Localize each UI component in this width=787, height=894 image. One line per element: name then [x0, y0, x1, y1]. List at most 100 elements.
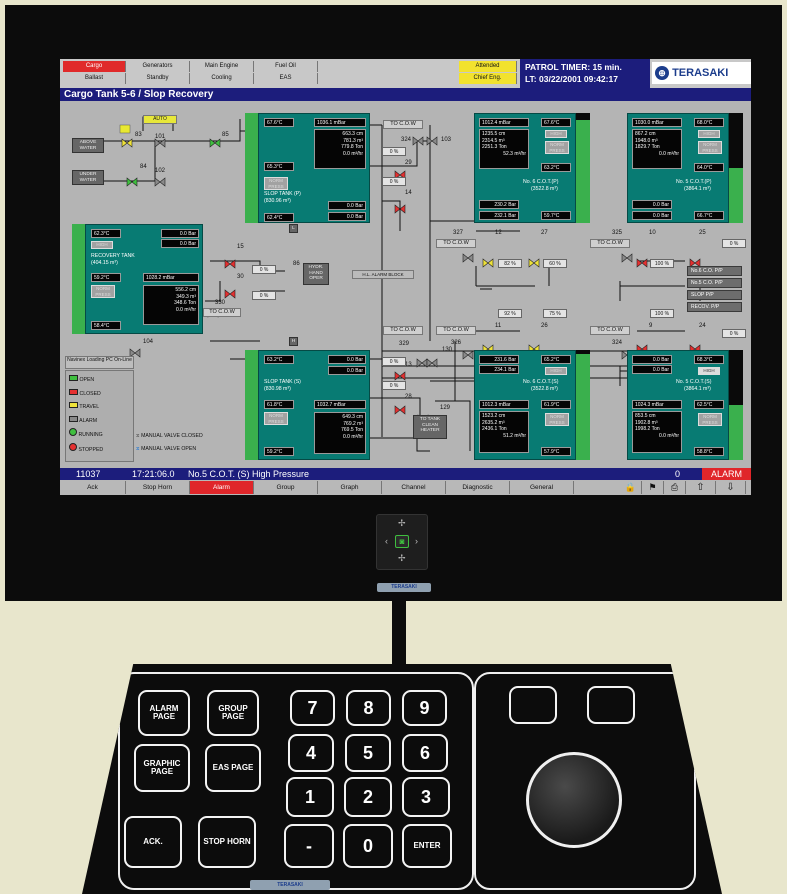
status-alarm[interactable]: ALARM	[702, 468, 751, 480]
valve-329-icon[interactable]	[416, 358, 428, 368]
cot6p-level: 1235.5 cm	[482, 131, 506, 137]
softkey-channel[interactable]: Channel	[382, 481, 446, 494]
valve-102-icon[interactable]	[154, 177, 166, 187]
trackball-left-button[interactable]	[509, 686, 557, 724]
key-3[interactable]: 3	[402, 777, 450, 817]
to-cow-label-6: TO C.O.W	[436, 326, 476, 335]
trackball[interactable]	[526, 752, 622, 848]
status-count: 0	[675, 469, 681, 479]
alarm-page-key[interactable]: ALARM PAGE	[138, 690, 190, 736]
key-4[interactable]: 4	[288, 734, 334, 772]
key-0[interactable]: 0	[343, 824, 393, 868]
valve-83-icon[interactable]	[121, 138, 133, 148]
recovery-tank-panel[interactable]: 62.3°C 0.0 Bar 0.0 Bar HIGH RECOVERY TAN…	[85, 224, 203, 334]
valve-12-icon[interactable]	[482, 258, 494, 268]
key-7[interactable]: 7	[290, 690, 335, 726]
slop-tank-s-panel[interactable]: 63.2°C 0.0 Bar 0.0 Bar SLOP TANK (S) (83…	[258, 350, 370, 460]
tab-eas[interactable]: EAS	[254, 73, 318, 84]
valve-101-icon[interactable]	[154, 138, 166, 148]
history-icon[interactable]: ⚑	[642, 481, 664, 494]
cot6p-high: HIGH	[545, 130, 567, 138]
status-message: No.5 C.O.T. (S) High Pressure	[188, 469, 310, 479]
tab-cargo[interactable]: Cargo	[63, 61, 126, 72]
cot6s-panel[interactable]: 231.6 Bar 234.1 Bar 65.2°C HIGH No. 6 C.…	[474, 350, 576, 460]
pct-24: 0 %	[722, 329, 746, 338]
softkey-diagnostic[interactable]: Diagnostic	[446, 481, 510, 494]
arrow-up-icon[interactable]: ⇧	[686, 481, 716, 494]
enter-key[interactable]: ENTER	[402, 824, 452, 868]
nav-up-icon[interactable]: ✢	[398, 518, 406, 529]
arrow-down-icon[interactable]: ⇩	[716, 481, 746, 494]
tab-main-engine[interactable]: Main Engine	[190, 61, 254, 72]
valve-15-icon[interactable]	[224, 259, 236, 269]
valve-10-icon[interactable]	[636, 258, 648, 268]
lock-icon[interactable]: 🔒	[620, 481, 642, 494]
cot5s-panel[interactable]: 0.0 Bar 0.0 Bar 68.3°C HIGH No. 5 C.O.T.…	[627, 350, 729, 460]
valve-103-icon[interactable]	[426, 136, 438, 146]
softkey-graph[interactable]: Graph	[318, 481, 382, 494]
legend-closed: CLOSED	[79, 390, 101, 397]
ack-key[interactable]: ACK.	[124, 816, 182, 868]
valve-325-icon[interactable]	[621, 253, 633, 263]
legend-manual-open: MANUAL VALVE OPEN	[141, 446, 197, 452]
nav-right-icon[interactable]: ›	[415, 536, 418, 546]
cot6p-panel[interactable]: 1012.4 mBar 67.6°C 1235.5 cm 2314.5 m³ 2…	[474, 113, 576, 223]
hydr-hand-oper[interactable]: HYDR. HAND OPER	[303, 263, 329, 285]
cot5s-b1: 0.0 Bar	[632, 355, 672, 364]
valve-326-icon[interactable]	[462, 350, 474, 360]
valve-15-num: 15	[237, 244, 244, 250]
valve-84-icon[interactable]	[126, 177, 138, 187]
key-9[interactable]: 9	[402, 690, 447, 726]
tab-standby[interactable]: Standby	[126, 73, 190, 84]
valve-14-icon[interactable]	[394, 204, 406, 214]
valve-130-icon[interactable]	[426, 358, 438, 368]
trackball-right-button[interactable]	[587, 686, 635, 724]
stop-horn-key[interactable]: STOP HORN	[198, 816, 256, 868]
valve-28-icon[interactable]	[394, 405, 406, 415]
nav-center-icon[interactable]: ◙	[395, 535, 409, 548]
valve-324-icon[interactable]	[412, 136, 424, 146]
legend-running: RUNNING	[78, 432, 103, 438]
nav-left-icon[interactable]: ‹	[385, 536, 388, 546]
cot6s-volume: 2635.2 m³	[482, 419, 505, 426]
nav-down-icon[interactable]: ✢	[398, 553, 406, 564]
valve-327-icon[interactable]	[462, 253, 474, 263]
softkey-ack[interactable]: Ack	[60, 481, 126, 494]
key-5[interactable]: 5	[345, 734, 391, 772]
softkey-alarm[interactable]: Alarm	[190, 481, 254, 494]
cot5s-norm: NORM PRESS	[698, 413, 722, 426]
valve-85-icon[interactable]	[209, 138, 221, 148]
cot6p-b2: 232.1 Bar	[479, 211, 519, 220]
key-minus[interactable]: -	[284, 824, 334, 868]
cot6p-readings: 1235.5 cm 2314.5 m³ 2251.3 Ton 52.3 m³/h…	[479, 129, 529, 169]
softkey-stop-horn[interactable]: Stop Horn	[126, 481, 190, 494]
auto-label[interactable]: AUTO	[143, 115, 177, 124]
slop-tank-p-panel[interactable]: 67.6°C 1036.1 mBar 663.3 cm 781.3 m³ 779…	[258, 113, 370, 223]
valve-30-icon[interactable]	[224, 289, 236, 299]
key-6[interactable]: 6	[402, 734, 448, 772]
tab-cooling[interactable]: Cooling	[190, 73, 254, 84]
slop-p-b1: 0.0 Bar	[328, 201, 366, 210]
valve-13-icon[interactable]	[394, 371, 406, 381]
slop-p-b2: 0.0 Bar	[328, 212, 366, 221]
cot5s-readings: 853.5 cm 1902.8 m³ 1998.2 Ton 0.0 m³/hr	[632, 411, 682, 453]
key-1[interactable]: 1	[286, 777, 334, 817]
recovery-cap: (404.15 m³)	[91, 260, 118, 266]
print-icon[interactable]: ⎙	[664, 481, 686, 494]
eas-page-key[interactable]: EAS PAGE	[205, 744, 261, 792]
key-8[interactable]: 8	[346, 690, 391, 726]
tab-fuel-oil[interactable]: Fuel Oil	[254, 61, 318, 72]
valve-27-icon[interactable]	[528, 258, 540, 268]
softkey-group[interactable]: Group	[254, 481, 318, 494]
softkey-general[interactable]: General	[510, 481, 574, 494]
graphic-page-key[interactable]: GRAPHIC PAGE	[134, 744, 190, 792]
recovery-volume: 349.3 m³	[176, 293, 196, 300]
tab-ballast[interactable]: Ballast	[63, 73, 126, 84]
cot5s-temp1: 68.3°C	[694, 355, 724, 364]
tab-generators[interactable]: Generators	[126, 61, 190, 72]
cot5p-panel[interactable]: 1030.0 mBar 68.0°C 867.2 cm 1948.0 m³ 18…	[627, 113, 729, 223]
group-page-key[interactable]: GROUP PAGE	[207, 690, 259, 736]
key-2[interactable]: 2	[344, 777, 392, 817]
cot6s-temp1: 65.2°C	[541, 355, 571, 364]
slop-s-ton: 769.5 Ton	[341, 427, 363, 434]
